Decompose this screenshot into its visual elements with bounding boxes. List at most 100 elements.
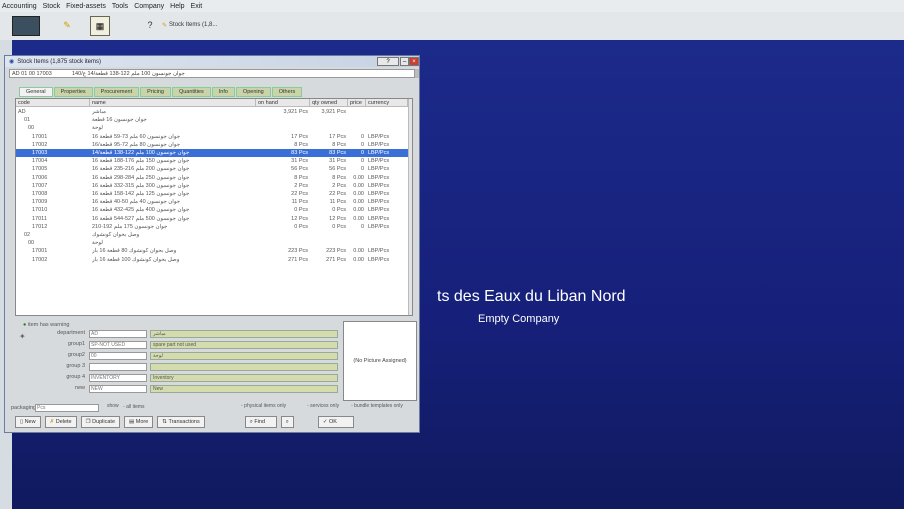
- minimize-icon[interactable]: –: [400, 57, 409, 66]
- qty-owned-cell: 8 Pcs: [332, 141, 346, 148]
- menu-exit[interactable]: Exit: [191, 3, 203, 10]
- delete-button[interactable]: ✗ Delete: [44, 416, 77, 428]
- stock-items-button[interactable]: ✎ Stock Items (1,8...: [162, 16, 230, 34]
- menu-fixed-assets[interactable]: Fixed-assets: [66, 3, 106, 10]
- group1-field[interactable]: SP-NOT USED: [89, 341, 147, 349]
- ok-button[interactable]: ✓ OK: [317, 416, 354, 428]
- stock-items-table[interactable]: code name on hand qty owned price curren…: [15, 98, 413, 316]
- on-hand-cell: 8 Pcs: [294, 174, 308, 181]
- table-row[interactable]: 00 لوحة: [16, 124, 408, 132]
- scrollbar[interactable]: [408, 99, 412, 315]
- filter-services-only[interactable]: ◦ services only: [307, 403, 339, 409]
- table-row[interactable]: 17005 جوان جونسون 200 ملم 216-235 قطعة 16…: [16, 165, 408, 173]
- column-header-name[interactable]: name: [90, 99, 256, 107]
- table-row[interactable]: 00 لوحة: [16, 239, 408, 247]
- tab-procurement[interactable]: Procurement: [93, 87, 140, 97]
- table-row[interactable]: 17008 جوان جونسون 125 ملم 142-158 قطعة 16…: [16, 190, 408, 198]
- menu-company[interactable]: Company: [134, 3, 164, 10]
- group2-field[interactable]: 00: [89, 352, 147, 360]
- currency-cell: LBP/Pcs: [368, 215, 390, 222]
- transactions-button[interactable]: ⇅ Transactions: [157, 416, 205, 428]
- calendar-icon[interactable]: ▦: [90, 16, 110, 36]
- table-row[interactable]: 17011 جوان جونسون 500 ملم 527-544 قطعة 16…: [16, 215, 408, 223]
- qty-owned-cell: 0 Pcs: [332, 207, 346, 214]
- window-title-bar[interactable]: ◉ Stock Items (1,875 stock items): [5, 56, 419, 67]
- column-header-on-hand[interactable]: on hand: [256, 99, 310, 107]
- filter-physical-items[interactable]: ◦ physical items only: [241, 403, 286, 409]
- new-label: new: [74, 385, 85, 391]
- name-cell: جوان جونسون 40 ملم 50-40 قطعة 16: [92, 199, 181, 206]
- currency-cell: LBP/Pcs: [368, 182, 390, 189]
- find-label: Find: [254, 419, 266, 425]
- currency-cell: LBP/Pcs: [368, 256, 390, 263]
- currency-cell: LBP/Pcs: [368, 133, 390, 140]
- new-button[interactable]: ▯ New: [15, 416, 41, 428]
- column-header-price[interactable]: price: [348, 99, 366, 107]
- group3-description: [150, 363, 338, 371]
- table-row[interactable]: 17007 جوان جونسون 300 ملم 315-332 قطعة 16…: [16, 182, 408, 190]
- find-button[interactable]: ⌕ Find: [244, 416, 277, 428]
- code-cell: 00: [28, 240, 35, 247]
- table-row[interactable]: 17010 جوان جونسون 400 ملم 425-432 قطعة 16…: [16, 206, 408, 214]
- table-row[interactable]: AD مباشر 3,921 Pcs 3,921 Pcs: [16, 108, 408, 116]
- tab-general[interactable]: General: [19, 87, 53, 97]
- table-row[interactable]: 17009 جوان جونسون 40 ملم 50-40 قطعة 16 11 …: [16, 198, 408, 206]
- table-row[interactable]: 17002 وصل بحوان كونشوك 100 قطعة 16 بار 271…: [16, 256, 408, 264]
- menu-accounting[interactable]: Accounting: [2, 3, 37, 10]
- table-row[interactable]: 17012 جوان جونسون 175 ملم 192-210 0 Pcs 0 P…: [16, 223, 408, 231]
- on-hand-cell: 56 Pcs: [291, 166, 308, 173]
- filter-bundle-templates[interactable]: ◦ bundle templates only: [351, 403, 403, 409]
- menu-help[interactable]: Help: [170, 3, 184, 10]
- picture-box[interactable]: (No Picture Assigned): [343, 321, 417, 401]
- find-icon: ⌕: [249, 418, 253, 425]
- name-cell: جوان جونسون 150 ملم 176-188 قطعة 16: [92, 158, 190, 165]
- more-label: More: [135, 419, 149, 425]
- qty-owned-cell: [310, 239, 346, 247]
- table-row[interactable]: 17001 وصل بحوان كونشوك 80 قطعة 16 بار 223 …: [16, 247, 408, 255]
- on-hand-cell: 11 Pcs: [291, 199, 308, 206]
- table-row[interactable]: 17004 جوان جونسون 150 ملم 176-188 قطعة 16…: [16, 157, 408, 165]
- puzzle-icon: ✦: [19, 332, 26, 341]
- help-icon[interactable]: ?: [144, 16, 156, 34]
- tab-quantities[interactable]: Quantities: [171, 87, 211, 97]
- price-cell: 0: [360, 223, 364, 230]
- group4-label: group 4: [66, 374, 85, 380]
- group4-field[interactable]: INVENTORY: [89, 374, 147, 382]
- find-next-button[interactable]: ⌕: [280, 416, 294, 428]
- table-row[interactable]: 17002 جوان جونسون 80 ملم 72-95 قطعة/16 8 P…: [16, 141, 408, 149]
- column-header-currency[interactable]: currency: [366, 99, 408, 107]
- more-button[interactable]: ▤ More: [124, 416, 154, 428]
- address-field[interactable]: AD 01 00 17003 جوان جونسون 100 ملم 122-1…: [9, 69, 415, 78]
- table-row[interactable]: 17003 جوان جونسون 100 ملم 122-138 قطعة/14…: [16, 149, 408, 158]
- show-select[interactable]: ◦ all items: [123, 404, 145, 410]
- packaging-field[interactable]: Pcs: [35, 404, 99, 412]
- column-header-qty-owned[interactable]: qty owned: [310, 99, 348, 107]
- tab-opening[interactable]: Opening: [235, 87, 271, 97]
- close-icon[interactable]: ×: [409, 57, 419, 66]
- pencil-icon[interactable]: ✎: [58, 16, 76, 34]
- menu-tools[interactable]: Tools: [112, 3, 128, 10]
- toolbar: ✎ ▦ ? ✎ Stock Items (1,8...: [0, 12, 904, 41]
- monitor-icon[interactable]: [12, 16, 40, 36]
- tab-pricing[interactable]: Pricing: [140, 87, 171, 97]
- help-icon[interactable]: ?: [377, 57, 399, 66]
- table-row[interactable]: 01 جوان جونسون 16 قطعة: [16, 116, 408, 124]
- menu-bar: Accounting Stock Fixed-assets Tools Comp…: [0, 0, 904, 12]
- new-field[interactable]: NEW: [89, 385, 147, 393]
- duplicate-button[interactable]: ❐ Duplicate: [80, 416, 121, 428]
- table-row[interactable]: 17006 جوان جونسون 250 ملم 284-298 قطعة 16…: [16, 174, 408, 182]
- column-header-code[interactable]: code: [16, 99, 90, 107]
- duplicate-label: Duplicate: [92, 419, 116, 425]
- stock-icon: ✎: [162, 22, 168, 29]
- menu-stock[interactable]: Stock: [43, 3, 61, 10]
- qty-owned-cell: 22 Pcs: [329, 191, 346, 197]
- table-row[interactable]: 02 وصل بحوان كونشوك: [16, 231, 408, 239]
- tab-properties[interactable]: Properties: [53, 87, 93, 97]
- group3-field[interactable]: [89, 363, 147, 371]
- address-scroll-icon[interactable]: [415, 69, 419, 78]
- tab-info[interactable]: Info: [211, 87, 235, 97]
- table-row[interactable]: 17001 جوان جونسون 60 ملم 73-59 قطعة 16 17 …: [16, 133, 408, 141]
- tab-others[interactable]: Others: [271, 87, 303, 97]
- delete-icon: ✗: [49, 419, 55, 425]
- department-field[interactable]: AD: [89, 330, 147, 338]
